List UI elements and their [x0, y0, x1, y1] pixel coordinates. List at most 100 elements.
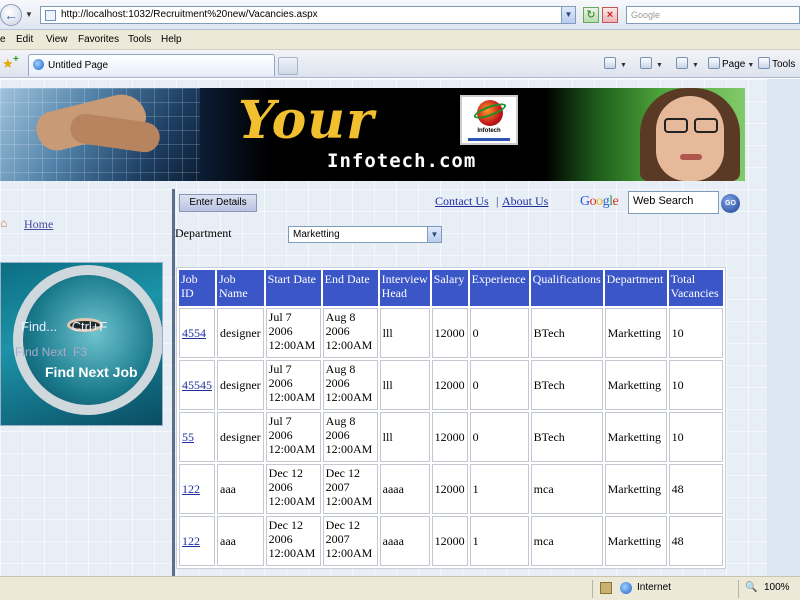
link-separator: | [496, 194, 499, 208]
job-name-cell: designer [217, 412, 264, 462]
glasses-shape [664, 118, 688, 133]
col-end-date: End Date [322, 270, 378, 306]
salary-cell: 12000 [431, 360, 468, 410]
web-search-input[interactable]: Web Search [628, 191, 719, 214]
infotech-logo: Infotech [460, 95, 518, 145]
search-placeholder: Google [631, 10, 661, 20]
home-icon [604, 57, 616, 69]
job-name-cell: aaa [217, 516, 264, 566]
status-bar: Internet 🔍 100% [0, 576, 800, 600]
browser-search-input[interactable]: Google [626, 6, 800, 24]
menu-help[interactable]: Help [161, 34, 182, 45]
go-button[interactable]: GO [721, 194, 740, 213]
job-name-cell: designer [217, 360, 264, 410]
total-vacancies-cell: 48 [668, 464, 723, 514]
glasses-shape [694, 118, 718, 133]
menu-tools[interactable]: Tools [128, 34, 151, 45]
tab-untitled-page[interactable]: Untitled Page [28, 54, 275, 76]
status-divider [592, 580, 593, 598]
menu-favorites[interactable]: Favorites [78, 34, 119, 45]
protected-mode-icon[interactable] [600, 582, 612, 594]
address-bar: ← ▼ http://localhost:1032/Recruitment%20… [0, 0, 800, 30]
left-sidebar: ⌂ Home Find... Ctrl+F Find Next F3 Find … [0, 189, 172, 576]
department-select[interactable]: Marketting ▼ [288, 226, 442, 243]
qualifications-cell: mca [530, 516, 603, 566]
job-id-link[interactable]: 122 [182, 482, 200, 496]
gear-icon [758, 57, 770, 69]
find-text: Find... Ctrl+F [21, 319, 108, 334]
start-date-cell: Dec 12 2006 12:00AM [265, 516, 321, 566]
interview-head-cell: lll [379, 412, 430, 462]
table-row: 122 aaa Dec 12 2006 12:00AM Dec 12 2007 … [179, 464, 723, 514]
job-id-cell: 122 [179, 464, 215, 514]
table-row: 55 designer Jul 7 2006 12:00AM Aug 8 200… [179, 412, 723, 462]
refresh-icon[interactable]: ↻ [583, 7, 599, 23]
magnifier-lens [13, 265, 162, 415]
zoom-level[interactable]: 100% [764, 582, 790, 593]
page-menu-button[interactable]: Page ▼ [708, 57, 754, 70]
job-id-link[interactable]: 4554 [182, 326, 206, 340]
interview-head-cell: aaaa [379, 464, 430, 514]
security-zone[interactable]: Internet [637, 582, 671, 593]
back-button[interactable]: ← [0, 4, 22, 26]
about-us-link: About Us [502, 194, 549, 208]
table-row: 4554 designer Jul 7 2006 12:00AM Aug 8 2… [179, 308, 723, 358]
end-date-cell: Dec 12 2007 12:00AM [322, 516, 378, 566]
total-vacancies-cell: 48 [668, 516, 723, 566]
banner-title: Your [238, 90, 375, 151]
page-icon [45, 10, 56, 21]
end-date-cell: Aug 8 2006 12:00AM [322, 412, 378, 462]
department-label: Department [175, 226, 232, 240]
qualifications-cell: mca [530, 464, 603, 514]
col-total-vacancies: Total Vacancies [668, 270, 723, 306]
logo-stripe [468, 138, 510, 141]
menu-file[interactable]: e [0, 34, 6, 45]
tab-bar: ★ + Untitled Page ▼ ▼ ▼ Page ▼ Tools [0, 50, 800, 78]
enter-details-button[interactable]: Enter Details [179, 194, 257, 212]
end-date-cell: Dec 12 2007 12:00AM [322, 464, 378, 514]
job-id-link[interactable]: 122 [182, 534, 200, 548]
find-next-text: Find Next F3 [15, 345, 88, 359]
zoom-icon[interactable]: 🔍 [745, 582, 757, 593]
job-id-link[interactable]: 55 [182, 430, 194, 444]
menu-view[interactable]: View [46, 34, 68, 45]
stop-icon[interactable]: × [602, 7, 618, 23]
tools-menu-button[interactable]: Tools [758, 57, 795, 70]
print-toolbar-button[interactable]: ▼ [676, 57, 699, 70]
feeds-icon [640, 57, 652, 69]
add-favorite-icon[interactable]: + [13, 54, 19, 65]
menu-bar: e Edit View Favorites Tools Help [0, 30, 800, 50]
home-link[interactable]: Home [24, 217, 53, 232]
interview-head-cell: lll [379, 308, 430, 358]
logo-name: Infotech [477, 128, 501, 134]
chevron-down-icon[interactable]: ▼ [427, 227, 441, 242]
page-margin [767, 79, 800, 576]
job-id-cell: 45545 [179, 360, 215, 410]
department-cell: Marketting [604, 516, 667, 566]
table-header-row: Job ID Job Name Start Date End Date Inte… [179, 270, 723, 306]
tab-title: Untitled Page [48, 60, 109, 71]
lips-shape [680, 154, 702, 160]
menu-edit[interactable]: Edit [16, 34, 33, 45]
url-input[interactable]: http://localhost:1032/Recruitment%20new/… [40, 6, 576, 24]
salary-cell: 12000 [431, 516, 468, 566]
home-toolbar-button[interactable]: ▼ [604, 57, 627, 70]
start-date-cell: Jul 7 2006 12:00AM [265, 360, 321, 410]
job-id-link[interactable]: 45545 [182, 378, 212, 392]
job-id-cell: 122 [179, 516, 215, 566]
favorites-star-icon[interactable]: ★ [2, 56, 14, 72]
end-date-cell: Aug 8 2006 12:00AM [322, 308, 378, 358]
feeds-toolbar-button[interactable]: ▼ [640, 57, 663, 70]
back-dropdown-icon[interactable]: ▼ [25, 10, 33, 19]
experience-cell: 0 [469, 360, 529, 410]
col-job-name: Job Name [217, 270, 264, 306]
contact-us-link[interactable]: Contact Us [435, 194, 489, 209]
department-cell: Marketting [604, 360, 667, 410]
col-interview-head: Interview Head [379, 270, 430, 306]
job-name-cell: aaa [217, 464, 264, 514]
new-tab-button[interactable] [278, 57, 298, 75]
salary-cell: 12000 [431, 308, 468, 358]
interview-head-cell: lll [379, 360, 430, 410]
url-dropdown-icon[interactable]: ▼ [561, 7, 575, 23]
home-icon: ⌂ [0, 216, 8, 230]
